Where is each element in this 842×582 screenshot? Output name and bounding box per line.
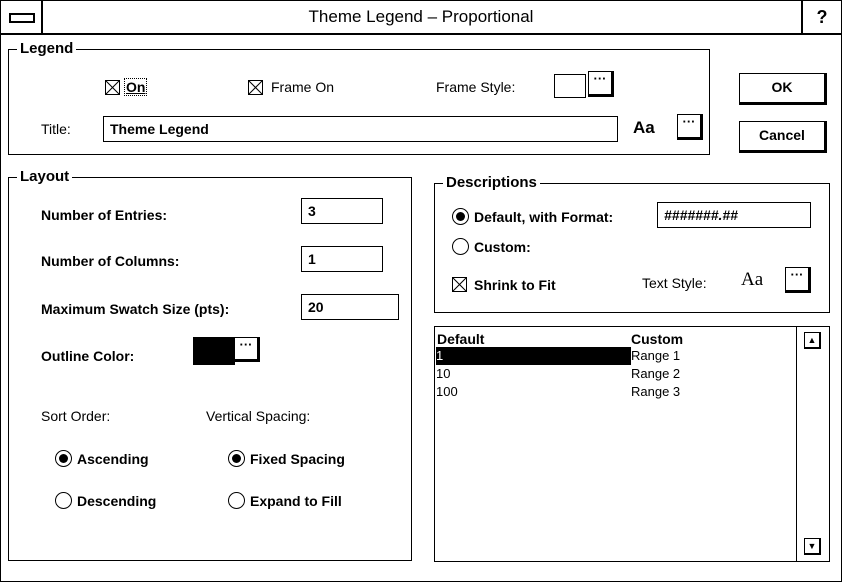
- fixed-spacing-label[interactable]: Fixed Spacing: [250, 450, 345, 468]
- expand-fill-radio[interactable]: [228, 492, 245, 509]
- on-checkbox-label[interactable]: On: [124, 78, 148, 96]
- default-format-radio[interactable]: [452, 208, 469, 225]
- scroll-up-icon[interactable]: ▲: [804, 332, 821, 349]
- title-font-ellipsis-button[interactable]: ···: [677, 114, 703, 140]
- list-header-default: Default: [437, 331, 485, 347]
- cancel-button[interactable]: Cancel: [739, 121, 827, 153]
- descending-radio[interactable]: [55, 492, 72, 509]
- num-columns-input[interactable]: 1: [301, 246, 383, 272]
- descriptions-group-label: Descriptions: [443, 175, 540, 191]
- legend-entries-list[interactable]: Default Custom 1 Range 1 10 Range 2 100 …: [434, 326, 830, 562]
- title-bar: Theme Legend – Proportional ?: [1, 1, 841, 35]
- frame-style-label: Frame Style:: [436, 79, 516, 95]
- scroll-down-icon[interactable]: ▼: [804, 538, 821, 555]
- list-scrollbar[interactable]: ▲ ▼: [796, 327, 829, 561]
- format-input[interactable]: #######.##: [657, 202, 811, 228]
- list-row[interactable]: 1: [436, 347, 631, 365]
- sort-order-label: Sort Order:: [41, 408, 111, 424]
- help-button[interactable]: ?: [801, 1, 841, 33]
- system-menu-icon: [9, 13, 35, 23]
- num-entries-label: Number of Entries:: [41, 207, 168, 223]
- num-entries-input[interactable]: 3: [301, 198, 383, 224]
- on-checkbox-label-text: On: [126, 79, 146, 95]
- outline-color-label: Outline Color:: [41, 348, 135, 364]
- list-row[interactable]: 100: [436, 383, 458, 401]
- num-columns-label: Number of Columns:: [41, 253, 180, 269]
- outline-color-swatch[interactable]: [193, 337, 235, 365]
- ok-button[interactable]: OK: [739, 73, 827, 105]
- max-swatch-input[interactable]: 20: [301, 294, 399, 320]
- text-style-label: Text Style:: [642, 275, 707, 291]
- default-format-label[interactable]: Default, with Format:: [474, 208, 613, 226]
- frame-on-checkbox[interactable]: [248, 80, 263, 95]
- fixed-spacing-radio[interactable]: [228, 450, 245, 467]
- frame-style-swatch[interactable]: [554, 74, 586, 98]
- descending-label[interactable]: Descending: [77, 492, 156, 510]
- shrink-to-fit-checkbox[interactable]: [452, 277, 467, 292]
- system-menu-button[interactable]: [1, 1, 43, 33]
- list-cell-default: 10: [436, 366, 451, 381]
- title-field-label: Title:: [41, 121, 71, 137]
- frame-style-ellipsis-button[interactable]: ···: [588, 71, 614, 97]
- dialog-window: Theme Legend – Proportional ? Legend On …: [0, 0, 842, 582]
- text-style-ellipsis-button[interactable]: ···: [785, 267, 811, 293]
- list-cell-custom: Range 1: [631, 348, 681, 363]
- dialog-title: Theme Legend – Proportional: [308, 7, 534, 26]
- list-header-custom: Custom: [631, 331, 684, 347]
- list-row[interactable]: 10: [436, 365, 450, 383]
- on-checkbox[interactable]: [105, 80, 120, 95]
- text-style-sample: Aa: [741, 269, 764, 290]
- custom-radio[interactable]: [452, 238, 469, 255]
- ascending-label[interactable]: Ascending: [77, 450, 149, 468]
- vertical-spacing-label: Vertical Spacing:: [206, 408, 311, 424]
- legend-group-label: Legend: [17, 41, 77, 57]
- list-cell-custom: Range 2: [631, 366, 681, 381]
- list-cell-default: 100: [436, 384, 458, 399]
- shrink-to-fit-label[interactable]: Shrink to Fit: [474, 276, 556, 294]
- outline-color-ellipsis-button[interactable]: ···: [234, 337, 260, 362]
- layout-group-label: Layout: [17, 169, 73, 185]
- expand-fill-label[interactable]: Expand to Fill: [250, 492, 342, 510]
- ascending-radio[interactable]: [55, 450, 72, 467]
- custom-label[interactable]: Custom:: [474, 238, 531, 256]
- title-input[interactable]: Theme Legend: [103, 116, 618, 142]
- list-cell-custom: Range 3: [631, 384, 681, 399]
- title-font-sample: Aa: [633, 118, 655, 137]
- frame-on-label[interactable]: Frame On: [271, 78, 334, 96]
- list-cell-default: 1: [436, 348, 444, 363]
- max-swatch-label: Maximum Swatch Size (pts):: [41, 301, 230, 317]
